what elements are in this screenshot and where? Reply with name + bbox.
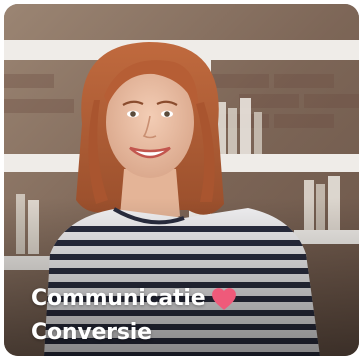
heart-icon: [212, 288, 237, 310]
content-card[interactable]: Communicatie Conversie: [4, 4, 359, 356]
caption-line-2: Conversie: [31, 316, 237, 350]
caption-subtitle: Conversie: [31, 320, 152, 345]
caption-line-1: Communicatie: [31, 282, 237, 316]
caption-title: Communicatie: [31, 286, 206, 311]
card-caption: Communicatie Conversie: [31, 282, 237, 350]
